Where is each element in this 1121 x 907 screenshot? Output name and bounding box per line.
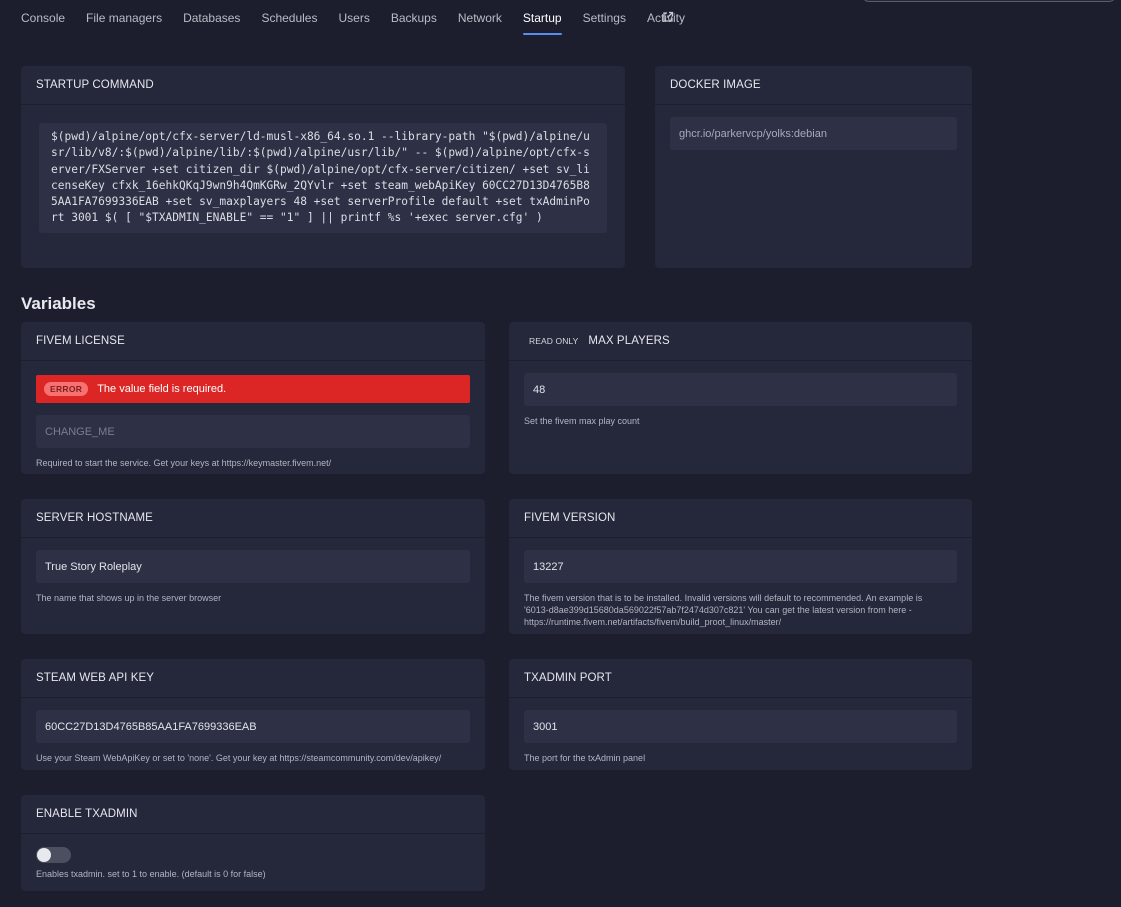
- server-hostname-title: SERVER HOSTNAME: [21, 499, 485, 538]
- dropdown-edge: [862, 0, 1116, 2]
- steam-api-key-title: STEAM WEB API KEY: [21, 659, 485, 698]
- tab-schedules[interactable]: Schedules: [261, 11, 317, 35]
- fivem-version-card: FIVEM VERSION 13227 The fivem version th…: [509, 499, 972, 634]
- steam-api-key-card: STEAM WEB API KEY 60CC27D13D4765B85AA1FA…: [21, 659, 485, 770]
- fivem-license-input[interactable]: CHANGE_ME: [36, 415, 470, 448]
- max-players-input[interactable]: 48: [524, 373, 957, 406]
- tab-network[interactable]: Network: [458, 11, 502, 35]
- tab-file-managers[interactable]: File managers: [86, 11, 162, 35]
- error-alert: ERROR The value field is required.: [36, 375, 470, 403]
- docker-image-field[interactable]: ghcr.io/parkervcp/yolks:debian: [670, 117, 957, 150]
- fivem-license-help: Required to start the service. Get your …: [36, 458, 332, 468]
- docker-image-card: DOCKER IMAGE ghcr.io/parkervcp/yolks:deb…: [655, 66, 972, 268]
- tab-startup[interactable]: Startup: [522, 11, 562, 35]
- startup-command-card: STARTUP COMMAND $(pwd)/alpine/opt/cfx-se…: [21, 66, 625, 268]
- top-navigation: Console File managers Databases Schedule…: [0, 0, 1121, 36]
- max-players-title: MAX PLAYERS: [588, 335, 670, 347]
- error-message: The value field is required.: [97, 383, 227, 395]
- nav-tabs: Console File managers Databases Schedule…: [21, 11, 706, 35]
- enable-txadmin-help: Enables txadmin. set to 1 to enable. (de…: [36, 869, 266, 879]
- tab-databases[interactable]: Databases: [183, 11, 240, 35]
- enable-txadmin-title: ENABLE TXADMIN: [21, 795, 485, 834]
- txadmin-port-title: TXADMIN PORT: [509, 659, 972, 698]
- fivem-version-input[interactable]: 13227: [524, 550, 957, 583]
- enable-txadmin-toggle[interactable]: [36, 847, 71, 863]
- server-hostname-help: The name that shows up in the server bro…: [36, 593, 222, 603]
- fivem-version-title: FIVEM VERSION: [509, 499, 972, 538]
- steam-api-key-input[interactable]: 60CC27D13D4765B85AA1FA7699336EAB: [36, 710, 470, 743]
- read-only-label: READ ONLY: [529, 336, 579, 346]
- startup-command-title: STARTUP COMMAND: [21, 66, 625, 105]
- tab-backups[interactable]: Backups: [391, 11, 437, 35]
- fivem-version-help: The fivem version that is to be installe…: [524, 593, 923, 627]
- max-players-card: READ ONLY MAX PLAYERS 48 Set the fivem m…: [509, 322, 972, 474]
- steam-api-key-help: Use your Steam WebApiKey or set to 'none…: [36, 753, 442, 763]
- txadmin-port-card: TXADMIN PORT 3001 The port for the txAdm…: [509, 659, 972, 770]
- max-players-header: READ ONLY MAX PLAYERS: [509, 322, 972, 361]
- docker-image-title: DOCKER IMAGE: [655, 66, 972, 105]
- tab-users[interactable]: Users: [338, 11, 369, 35]
- enable-txadmin-card: ENABLE TXADMIN Enables txadmin. set to 1…: [21, 795, 485, 891]
- tab-settings[interactable]: Settings: [583, 11, 626, 35]
- fivem-license-title: FIVEM LICENSE: [21, 322, 485, 361]
- external-link-icon[interactable]: [662, 11, 674, 23]
- error-badge: ERROR: [44, 382, 89, 396]
- fivem-license-card: FIVEM LICENSE ERROR The value field is r…: [21, 322, 485, 474]
- max-players-help: Set the fivem max play count: [524, 416, 640, 426]
- toggle-knob: [37, 848, 51, 862]
- server-hostname-input[interactable]: True Story Roleplay: [36, 550, 470, 583]
- txadmin-port-help: The port for the txAdmin panel: [524, 753, 646, 763]
- txadmin-port-input[interactable]: 3001: [524, 710, 957, 743]
- tab-console[interactable]: Console: [21, 11, 65, 35]
- server-hostname-card: SERVER HOSTNAME True Story Roleplay The …: [21, 499, 485, 634]
- startup-command-text: $(pwd)/alpine/opt/cfx-server/ld-musl-x86…: [39, 123, 607, 233]
- variables-heading: Variables: [21, 294, 96, 313]
